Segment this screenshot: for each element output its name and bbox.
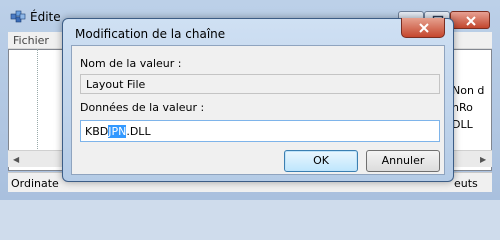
value-data-text: KBDJPN.DLL [85,125,151,138]
ok-button[interactable]: OK [284,150,358,172]
status-path: Ordinate [11,177,59,190]
menu-file[interactable]: Fichier [13,34,49,47]
registry-editor-icon [10,9,26,25]
cancel-button[interactable]: Annuler [366,150,440,172]
list-column-text: Non d [452,84,485,97]
scroll-right-icon[interactable]: ▶ [480,155,486,164]
tree-divider [37,49,38,157]
close-window-button[interactable] [450,11,490,29]
close-icon [419,23,429,33]
value-name-field: Layout File [80,74,440,94]
list-column-text: nRo [452,101,473,114]
dialog-body: Nom de la valeur : Layout File Données d… [71,45,445,175]
value-data-after: .DLL [126,125,151,138]
value-name-label: Nom de la valeur : [80,57,182,70]
value-data-before: KBD [85,125,109,138]
edit-string-dialog: Modification de la chaîne Nom de la vale… [62,18,454,182]
list-column-text: DLL [452,118,473,131]
status-right-text: euts [454,177,478,190]
registry-editor-title: Édite [30,10,61,24]
dialog-title: Modification de la chaîne [75,27,226,41]
value-data-selection: JPN [108,125,127,138]
dialog-close-button[interactable] [401,18,445,38]
value-data-input[interactable]: KBDJPN.DLL [80,120,440,142]
value-name-text: Layout File [86,78,146,91]
value-data-label: Données de la valeur : [80,101,205,114]
scroll-left-icon[interactable]: ◀ [13,155,19,164]
